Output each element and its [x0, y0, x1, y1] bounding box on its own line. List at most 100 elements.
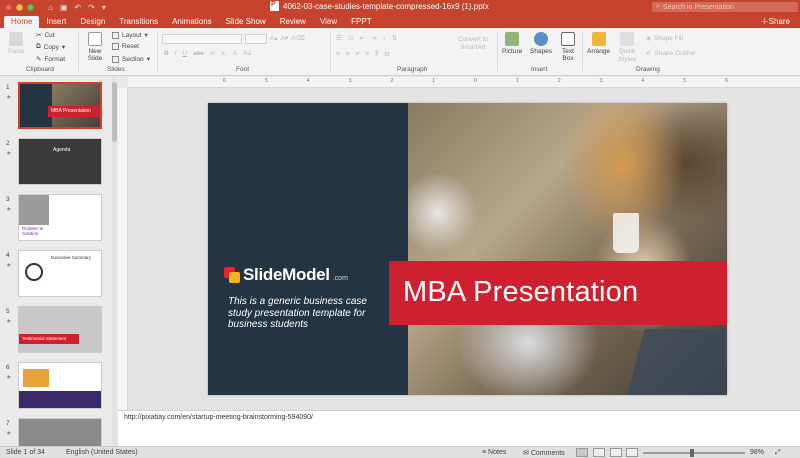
- bullets-icon[interactable]: ☰: [336, 34, 342, 42]
- tab-design[interactable]: Design: [73, 16, 112, 28]
- font-color-icon[interactable]: A: [233, 50, 237, 57]
- shape-outline-button[interactable]: ✐ Shape Outline: [646, 49, 696, 58]
- subscript-icon[interactable]: x₂: [221, 50, 227, 57]
- slide-thumbnail-7[interactable]: [18, 418, 102, 447]
- zoom-level[interactable]: 98%: [750, 449, 764, 456]
- fit-to-window-icon[interactable]: ⤢: [775, 449, 781, 457]
- highlight-icon[interactable]: Aa: [243, 50, 251, 57]
- bold-icon[interactable]: B: [164, 50, 169, 57]
- copy-button[interactable]: ⧉ Copy ▾: [36, 43, 65, 51]
- font-name-dropdown[interactable]: [162, 34, 242, 44]
- slide-photo[interactable]: [408, 103, 727, 395]
- decrease-font-icon[interactable]: A▾: [281, 34, 289, 42]
- more-icon[interactable]: ▾: [102, 3, 106, 12]
- section-button[interactable]: Section ▾: [112, 55, 150, 63]
- shape-outline-label: Shape Outline: [654, 49, 696, 57]
- zoom-window-button[interactable]: [27, 3, 34, 11]
- align-text-icon[interactable]: ⊟: [384, 50, 389, 58]
- slideshow-button[interactable]: [626, 448, 638, 457]
- comments-toggle[interactable]: ✉ Comments: [523, 449, 565, 457]
- speaker-notes[interactable]: http://pixabay.com/en/startup-meeting-br…: [118, 410, 800, 446]
- columns-icon[interactable]: ⫼: [375, 50, 378, 58]
- notes-toggle[interactable]: ≡ Notes: [482, 449, 506, 456]
- tab-review[interactable]: Review: [273, 16, 313, 28]
- zoom-slider[interactable]: [643, 452, 745, 454]
- slidemodel-logo[interactable]: SlideModel .com: [224, 265, 348, 285]
- quick-styles-button[interactable]: Quick Styles: [616, 32, 638, 64]
- format-painter-button[interactable]: ✎ Format: [36, 55, 65, 64]
- increase-font-icon[interactable]: A▴: [270, 34, 278, 42]
- thumbnail-hexagon-icon: [25, 263, 43, 281]
- text-box-button[interactable]: Text Box: [558, 32, 578, 62]
- text-direction-icon[interactable]: ⇅: [392, 34, 397, 42]
- divider: [330, 31, 331, 71]
- shapes-button[interactable]: Shapes: [530, 32, 552, 55]
- numbering-icon[interactable]: ☷: [348, 34, 354, 42]
- normal-view-button[interactable]: [576, 448, 588, 457]
- thumbnail-scrollbar[interactable]: [112, 77, 117, 447]
- shape-fill-button[interactable]: ◈ Shape Fill: [646, 34, 683, 43]
- align-center-icon[interactable]: ≡: [346, 51, 350, 58]
- slide-thumbnail-3[interactable]: Problem & Solution: [18, 194, 102, 241]
- layout-button[interactable]: Layout ▾: [112, 31, 148, 39]
- new-slide-button[interactable]: New Slide: [82, 32, 108, 62]
- tab-animations[interactable]: Animations: [165, 16, 219, 28]
- ruler-label: 6: [223, 78, 227, 84]
- clipboard-icon: [9, 32, 24, 46]
- arrange-button[interactable]: Arrange: [587, 32, 610, 55]
- tab-transitions[interactable]: Transitions: [112, 16, 165, 28]
- home-icon[interactable]: ⌂: [48, 3, 53, 12]
- photo-tablet: [627, 329, 727, 395]
- line-spacing-icon[interactable]: ↕: [383, 35, 386, 42]
- slide-sorter-button[interactable]: [593, 448, 605, 457]
- slide-title[interactable]: MBA Presentation: [403, 276, 638, 309]
- decrease-indent-icon[interactable]: ⇤: [360, 34, 365, 42]
- tab-slide-show[interactable]: Slide Show: [219, 16, 273, 28]
- picture-button[interactable]: Picture: [502, 32, 522, 55]
- increase-indent-icon[interactable]: ⇥: [371, 34, 376, 42]
- thumbnail-caption: Testimonial Statement: [22, 336, 67, 341]
- redo-icon[interactable]: ↷: [88, 3, 95, 12]
- justify-icon[interactable]: ≡: [365, 51, 369, 58]
- slide-1[interactable]: MBA Presentation SlideModel .com This is …: [208, 103, 727, 395]
- thumbnail-number: 5: [6, 308, 10, 315]
- search-input[interactable]: ⌕ Search in Presentation: [652, 2, 798, 12]
- thumbnail-number: 6: [6, 364, 10, 371]
- save-icon[interactable]: ▣: [60, 3, 68, 12]
- scrollbar-thumb[interactable]: [112, 82, 117, 142]
- window-controls: [5, 3, 34, 11]
- tab-view[interactable]: View: [313, 16, 344, 28]
- slide-thumbnail-4[interactable]: Executive Summary: [18, 250, 102, 297]
- slide-thumbnail-2[interactable]: Agenda: [18, 138, 102, 185]
- paste-button[interactable]: Paste: [8, 32, 25, 55]
- slide-thumbnail-6[interactable]: [18, 362, 102, 409]
- ruler-label: 3: [348, 78, 352, 84]
- zoom-slider-knob[interactable]: [690, 449, 694, 457]
- clear-format-icon[interactable]: A⌫: [291, 34, 305, 42]
- underline-icon[interactable]: U: [183, 50, 188, 57]
- slide-canvas[interactable]: MBA Presentation SlideModel .com This is …: [128, 88, 800, 410]
- reset-button[interactable]: Reset: [112, 43, 139, 50]
- font-size-dropdown[interactable]: [245, 34, 267, 44]
- strikethrough-icon[interactable]: abc: [193, 50, 203, 57]
- align-right-icon[interactable]: ≡: [356, 51, 360, 58]
- tab-home[interactable]: Home: [4, 16, 40, 28]
- undo-icon[interactable]: ↶: [74, 3, 81, 12]
- reading-view-button[interactable]: [610, 448, 622, 457]
- slide-thumbnail-5[interactable]: Testimonial Statement: [18, 306, 102, 353]
- cut-button[interactable]: ✂ Cut: [36, 31, 55, 40]
- minimize-window-button[interactable]: [16, 3, 23, 11]
- slide-subtitle[interactable]: This is a generic business case study pr…: [228, 296, 388, 331]
- superscript-icon[interactable]: x²: [210, 50, 215, 57]
- tab-insert[interactable]: Insert: [39, 16, 73, 28]
- align-left-icon[interactable]: ≡: [336, 51, 340, 58]
- close-window-button[interactable]: [5, 3, 12, 11]
- notes-text[interactable]: http://pixabay.com/en/startup-meeting-br…: [124, 414, 313, 421]
- tab-fppt[interactable]: FPPT: [344, 16, 378, 28]
- share-button[interactable]: ＋Share: [761, 16, 790, 27]
- convert-smartart-button[interactable]: Convert to SmartArt: [450, 36, 496, 52]
- italic-icon[interactable]: I: [175, 50, 177, 57]
- language-indicator[interactable]: English (United States): [66, 449, 138, 456]
- slide-thumbnail-1[interactable]: MBA Presentation: [18, 82, 102, 129]
- star-icon: ★: [6, 151, 12, 157]
